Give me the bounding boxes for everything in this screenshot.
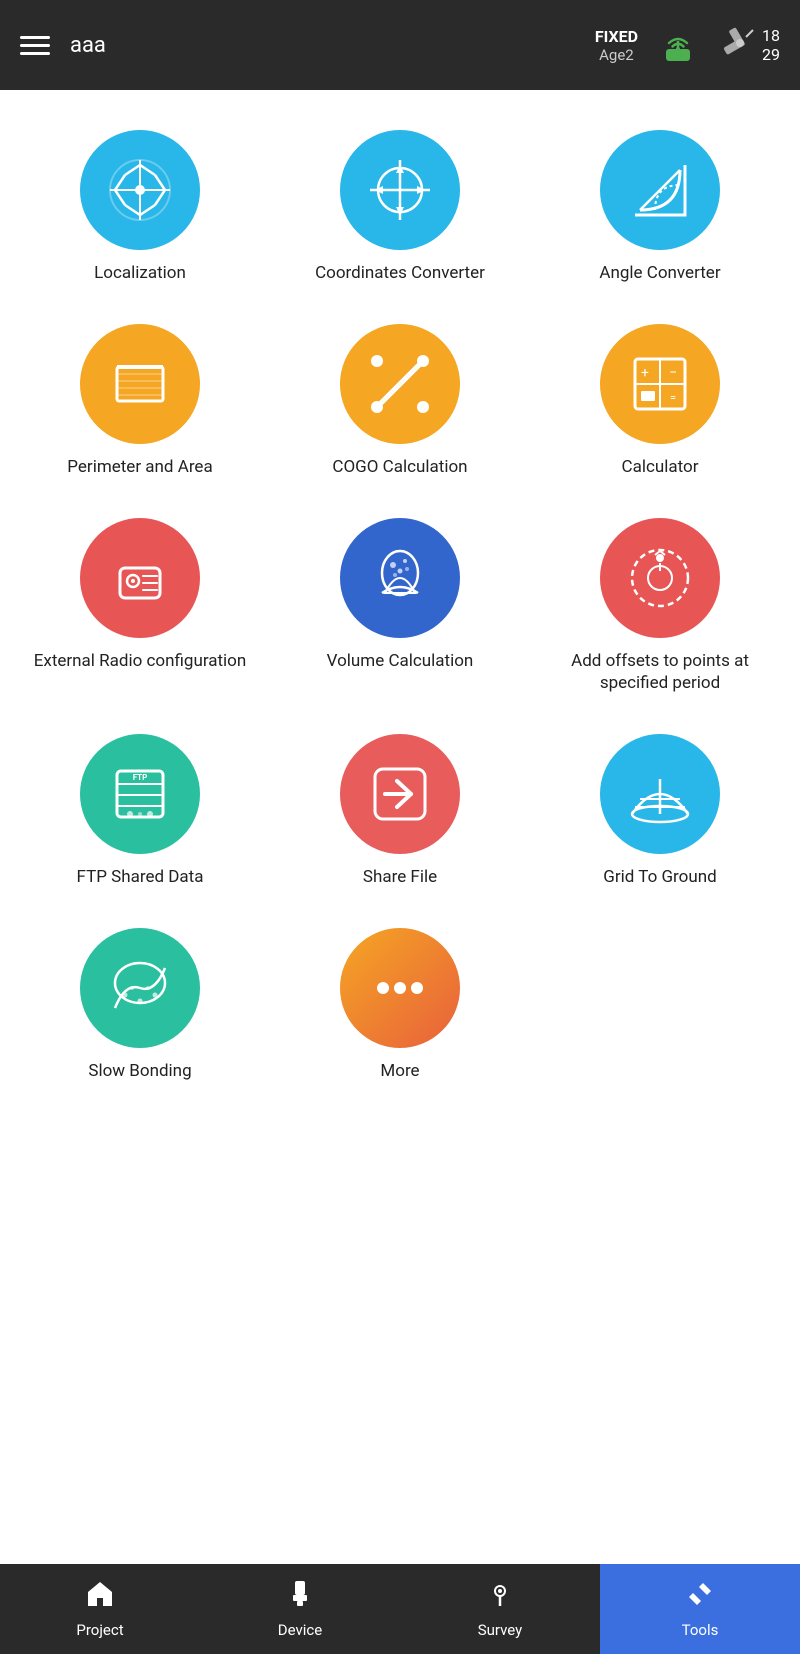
ftp-shared-data-label: FTP Shared Data [77,866,204,888]
tool-add-offsets[interactable]: Add offsets to points at specified perio… [535,508,785,704]
grid-to-ground-label: Grid To Ground [603,866,716,888]
satellite-icon [718,21,762,69]
device-icon [285,1579,315,1616]
tool-slow-bonding[interactable]: Slow Bonding [15,918,265,1092]
more-icon [340,928,460,1048]
nav-project[interactable]: Project [0,1564,200,1654]
nav-tools[interactable]: Tools [600,1564,800,1654]
nav-survey[interactable]: Survey [400,1564,600,1654]
main-content: Localization Coordinates Converter Angle… [0,90,800,1564]
add-offsets-label: Add offsets to points at specified perio… [540,650,780,694]
coordinates-converter-icon [340,130,460,250]
svg-text:FTP: FTP [133,773,148,782]
localization-label: Localization [94,262,186,284]
tools-grid: Localization Coordinates Converter Angle… [10,110,790,1103]
tool-more[interactable]: More [275,918,525,1092]
grid-to-ground-icon [600,734,720,854]
tool-coordinates-converter[interactable]: Coordinates Converter [275,120,525,294]
tool-ftp-shared-data[interactable]: FTP FTP Shared Data [15,724,265,898]
user-label: aaa [70,33,106,58]
tools-icon [685,1579,715,1616]
svg-text:+: + [641,365,649,381]
tool-grid-to-ground[interactable]: Grid To Ground [535,724,785,898]
perimeter-area-label: Perimeter and Area [67,456,212,478]
nav-device[interactable]: Device [200,1564,400,1654]
home-icon [85,1579,115,1616]
calculator-icon: + − = [600,324,720,444]
volume-calculation-label: Volume Calculation [327,650,474,672]
coordinates-converter-label: Coordinates Converter [315,262,485,284]
menu-button[interactable] [20,36,50,55]
slow-bonding-label: Slow Bonding [88,1060,191,1082]
localization-icon [80,130,200,250]
tool-external-radio[interactable]: External Radio configuration [15,508,265,704]
tool-angle-converter[interactable]: Angle Converter [535,120,785,294]
wifi-icon [656,23,700,67]
share-file-label: Share File [363,866,437,888]
tool-perimeter-area[interactable]: Perimeter and Area [15,314,265,488]
calculator-label: Calculator [622,456,699,478]
tool-volume-calculation[interactable]: Volume Calculation [275,508,525,704]
survey-icon [485,1579,515,1616]
tool-localization[interactable]: Localization [15,120,265,294]
volume-calculation-icon [340,518,460,638]
svg-text:=: = [670,391,676,404]
tool-share-file[interactable]: Share File [275,724,525,898]
more-label: More [380,1060,419,1082]
gps-status: FIXED Age2 [595,27,638,64]
angle-converter-icon [600,130,720,250]
angle-converter-label: Angle Converter [599,262,720,284]
slow-bonding-icon [80,928,200,1048]
external-radio-icon [80,518,200,638]
perimeter-area-icon [80,324,200,444]
share-file-icon [340,734,460,854]
add-offsets-icon [600,518,720,638]
external-radio-label: External Radio configuration [34,650,247,672]
cogo-calculation-icon [340,324,460,444]
satellite-count: 18 29 [762,26,780,64]
cogo-calculation-label: COGO Calculation [332,456,467,478]
tool-cogo-calculation[interactable]: COGO Calculation [275,314,525,488]
bottom-navigation: Project Device Survey [0,1564,800,1654]
tool-calculator[interactable]: + − = Calculator [535,314,785,488]
app-header: aaa FIXED Age2 18 29 [0,0,800,90]
ftp-shared-data-icon: FTP [80,734,200,854]
svg-text:−: − [669,365,677,381]
